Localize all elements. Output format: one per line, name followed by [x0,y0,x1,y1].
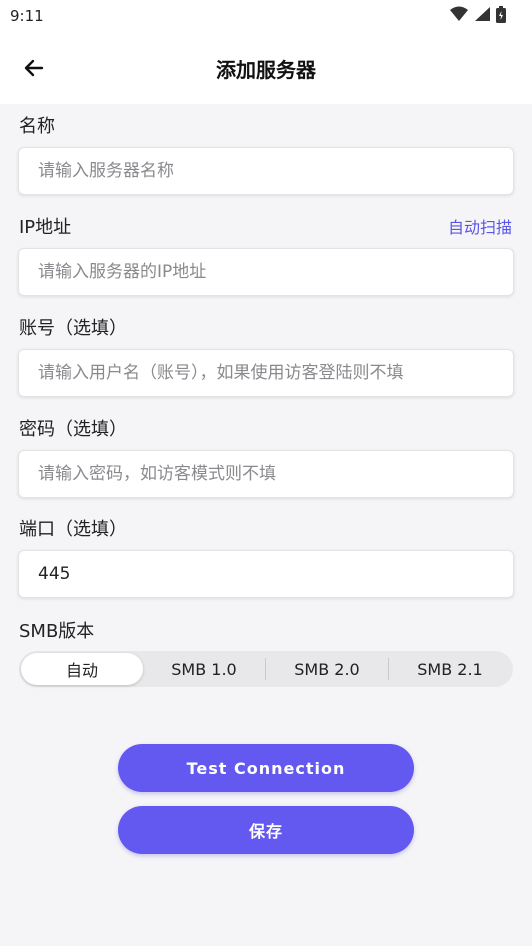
test-connection-button[interactable]: Test Connection [118,744,414,792]
account-input[interactable] [19,350,513,396]
app-bar: 添加服务器 [0,32,532,104]
ip-input[interactable] [19,249,513,295]
signal-icon [474,6,490,26]
wifi-icon [450,6,468,26]
port-field-container [18,550,514,598]
page-title: 添加服务器 [216,57,316,82]
smb-option-auto[interactable]: 自动 [21,653,143,685]
smb-version-selector: 自动 SMB 1.0 SMB 2.0 SMB 2.1 [19,651,513,687]
status-icons [450,5,506,27]
auto-scan-button[interactable]: 自动扫描 [448,214,512,238]
status-time: 9:11 [10,7,44,25]
port-label: 端口（选填） [19,519,127,540]
smb-option-1-0[interactable]: SMB 1.0 [143,653,265,685]
smb-option-2-0[interactable]: SMB 2.0 [266,653,388,685]
password-label: 密码（选填） [19,419,127,440]
ip-field-container [18,248,514,296]
ip-label: IP地址 [19,217,72,238]
back-button[interactable] [18,52,50,84]
status-bar: 9:11 [0,0,532,32]
password-input[interactable] [19,451,513,497]
smb-version-label: SMB版本 [19,621,95,642]
name-field-container [18,147,514,195]
name-label: 名称 [19,116,55,137]
battery-icon [496,5,506,27]
port-input[interactable] [19,551,513,597]
account-label: 账号（选填） [19,318,127,339]
arrow-left-icon [24,59,44,77]
name-input[interactable] [19,148,513,194]
smb-option-2-1[interactable]: SMB 2.1 [389,653,511,685]
password-field-container [18,450,514,498]
account-field-container [18,349,514,397]
save-button[interactable]: 保存 [118,806,414,854]
